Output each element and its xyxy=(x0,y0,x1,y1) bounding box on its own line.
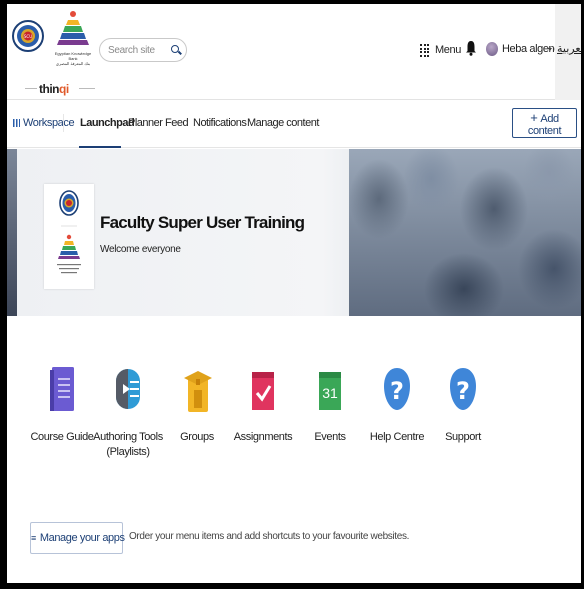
nav-divider xyxy=(63,114,64,132)
help-icon: ? xyxy=(450,368,476,410)
calendar-day: 31 xyxy=(322,385,338,401)
help-icon: ? xyxy=(384,368,410,410)
svg-text:?: ? xyxy=(456,377,470,405)
main-nav: Workspace Launchpad Planner Feed Notific… xyxy=(7,100,581,148)
search-icon[interactable] xyxy=(171,45,179,53)
ekb-pyramid-icon xyxy=(57,11,89,45)
add-content-button[interactable]: + Add content xyxy=(512,108,577,138)
banner-audience-photo xyxy=(349,149,581,316)
chevron-down-icon[interactable] xyxy=(548,48,552,51)
manage-apps-description: Order your menu items and add shortcuts … xyxy=(129,531,410,542)
tab-feed[interactable]: Feed xyxy=(165,117,189,129)
checkmark-icon xyxy=(252,372,274,410)
book-icon xyxy=(50,367,74,411)
grid-menu-icon xyxy=(420,44,430,57)
app-support[interactable]: ? Support xyxy=(423,364,503,445)
active-tab-indicator xyxy=(79,146,121,148)
tab-manage-content[interactable]: Manage content xyxy=(247,117,319,129)
avatar[interactable] xyxy=(486,42,498,56)
ekb-logo[interactable]: Egyptian Knowledge Bank بنك المعرفة المص… xyxy=(50,10,96,72)
language-link[interactable]: العربية xyxy=(557,42,581,55)
app-window: SCU Egyptian Knowledge Bank بنك المعرفة … xyxy=(7,4,581,583)
workspace-label: Workspace xyxy=(23,117,75,129)
workspace-link[interactable]: Workspace xyxy=(13,117,75,129)
tab-planner[interactable]: Planner xyxy=(128,117,163,129)
app-authoring-tools[interactable]: Authoring Tools (Playlists) xyxy=(88,364,168,460)
course-banner: Faculty Super User Training Welcome ever… xyxy=(7,149,581,316)
bell-icon[interactable] xyxy=(465,40,477,56)
logo-divider xyxy=(79,88,95,89)
ekb-name-en: Egyptian Knowledge Bank xyxy=(54,51,92,61)
seal-text: SCU xyxy=(24,34,32,39)
thinqi-prefix: thin xyxy=(39,82,60,96)
thinqi-suffix: qi xyxy=(59,82,69,96)
manage-apps-label: Manage your apps xyxy=(39,532,125,544)
site-header: SCU Egyptian Knowledge Bank بنك المعرفة … xyxy=(7,4,581,100)
thinqi-wordmark: thinqi xyxy=(39,82,69,96)
tab-launchpad[interactable]: Launchpad xyxy=(80,117,135,129)
menu-label: Menu xyxy=(435,44,461,56)
launchpad-apps: Course Guide Authoring Tools (Playlists)… xyxy=(7,364,581,484)
tab-notifications[interactable]: Notifications xyxy=(193,117,247,129)
course-subtitle: Welcome everyone xyxy=(100,244,181,255)
playlist-icon xyxy=(116,369,140,409)
university-seal-logo[interactable]: SCU xyxy=(12,8,44,70)
logo-divider xyxy=(25,88,37,89)
svg-text:?: ? xyxy=(390,377,404,405)
course-title: Faculty Super User Training xyxy=(100,213,305,232)
menu-button[interactable]: Menu xyxy=(420,42,461,58)
graduation-cap-icon xyxy=(184,371,212,412)
list-icon: ≡ xyxy=(31,533,36,543)
banner-photo-edge xyxy=(7,149,17,316)
ekb-name-ar: بنك المعرفة المصري xyxy=(55,61,91,66)
app-label: Authoring Tools (Playlists) xyxy=(93,431,163,458)
course-logo-card xyxy=(44,184,94,289)
search-box xyxy=(99,38,187,62)
manage-apps-button[interactable]: ≡ Manage your apps xyxy=(30,522,125,554)
workspace-icon xyxy=(13,119,20,127)
app-label: Support xyxy=(445,431,481,443)
plus-icon: + xyxy=(530,109,538,125)
course-logo-icon xyxy=(57,190,81,274)
calendar-icon: 31 xyxy=(319,372,341,410)
search-input[interactable] xyxy=(108,43,168,57)
